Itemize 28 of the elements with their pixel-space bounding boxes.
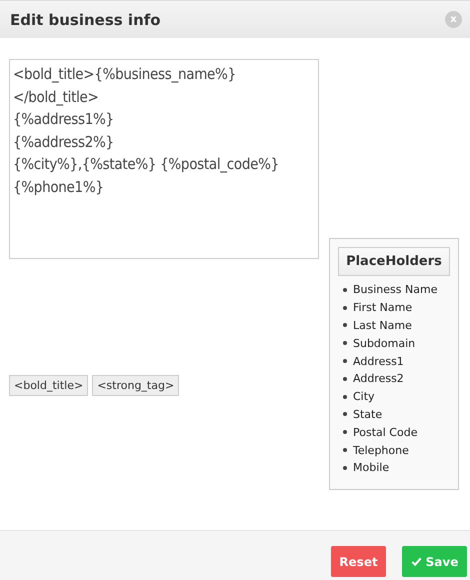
bullet-icon	[343, 412, 347, 416]
bullet-icon	[343, 341, 347, 346]
bullet-icon	[343, 394, 347, 399]
bullet-icon	[343, 288, 347, 292]
placeholders-title: PlaceHolders	[338, 247, 450, 276]
bullet-icon	[343, 376, 347, 381]
placeholder-item[interactable]: Business Name	[353, 283, 438, 296]
template-field[interactable]: <bold_title>{%business_name%} </bold_title> {%address1%} {%address2%} {%city%},{%state%} {%postal_code%} {%phone1%}	[9, 59, 319, 259]
bullet-icon	[343, 359, 347, 364]
placeholder-item[interactable]: First Name	[353, 301, 412, 314]
bullet-icon	[343, 448, 347, 452]
bullet-icon	[343, 306, 347, 310]
placeholder-item[interactable]: State	[353, 408, 382, 421]
placeholder-item[interactable]: Address1	[353, 354, 404, 368]
bullet-icon	[343, 466, 347, 470]
bullet-icon	[343, 430, 347, 434]
placeholder-item[interactable]: Subdomain	[353, 336, 416, 350]
placeholder-item[interactable]: Last Name	[353, 318, 412, 332]
bullet-icon	[343, 323, 347, 328]
tag-button[interactable]: <strong_tag>	[92, 375, 180, 396]
placeholder-item[interactable]: Mobile	[353, 461, 390, 474]
placeholder-item[interactable]: Telephone	[353, 444, 409, 457]
placeholder-item[interactable]: Address2	[353, 372, 404, 386]
check-icon	[410, 556, 422, 567]
placeholder-item[interactable]: Postal Code	[353, 426, 418, 439]
dialog-title: Edit business info	[10, 10, 161, 28]
tag-button[interactable]: <bold_title>	[9, 375, 88, 396]
placeholder-item[interactable]: City	[353, 390, 375, 404]
